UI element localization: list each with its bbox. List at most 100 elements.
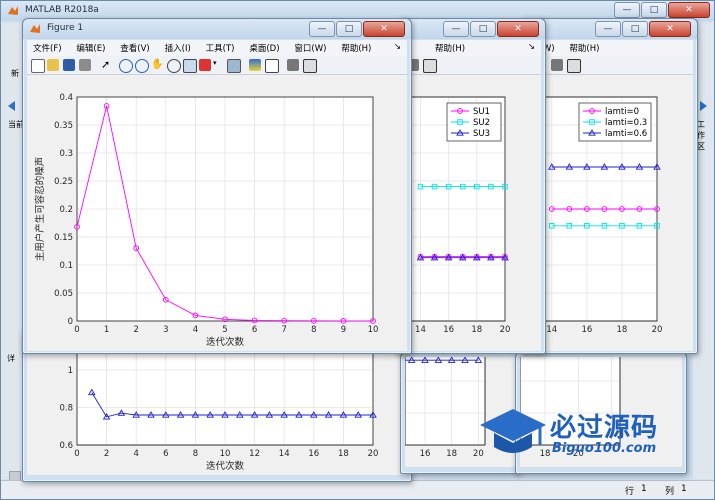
y-tick-label: 0.35: [54, 121, 73, 131]
menu-insert[interactable]: 插入(I): [159, 40, 197, 56]
su-minimize-button[interactable]: —: [443, 21, 469, 37]
x-tick-label: 20: [652, 325, 663, 335]
su-menu-help[interactable]: 帮助(H): [429, 40, 471, 56]
x-tick-label: 3: [163, 325, 168, 335]
status-row-value: 1: [641, 484, 647, 494]
su-maximize-button[interactable]: □: [470, 21, 496, 37]
select-arrow-icon[interactable]: ➚: [101, 59, 113, 71]
menu-edit[interactable]: 编辑(E): [70, 40, 111, 56]
x-tick-label: 1: [104, 325, 109, 335]
x-tick-label: 20: [500, 325, 511, 335]
menu-file[interactable]: 文件(F): [27, 40, 68, 56]
status-row-label: 行: [625, 487, 635, 497]
zoom-out-icon[interactable]: [135, 59, 149, 73]
menu-dock-icon[interactable]: ↘: [388, 40, 407, 54]
brush-dropdown-icon[interactable]: ▾: [213, 59, 219, 71]
figure-close-button[interactable]: ✕: [363, 21, 405, 37]
su-close-button[interactable]: ✕: [497, 21, 539, 37]
x-tick-label: 14: [415, 325, 426, 335]
y-tick-label: 0.25: [54, 177, 73, 187]
left-panel-strip: [1, 23, 23, 479]
lamti-minimize-button[interactable]: —: [595, 21, 621, 37]
lamti-titlebar[interactable]: — □ ✕: [521, 19, 697, 39]
rotate-3d-icon[interactable]: [167, 59, 181, 73]
data-cursor-icon[interactable]: [183, 59, 197, 73]
x-tick-label: 16: [308, 449, 319, 459]
matlab-title: MATLAB R2018a: [25, 5, 99, 15]
su-menubar: 帮助(H) ↘: [401, 40, 541, 57]
x-tick-label: 8: [311, 325, 316, 335]
x-tick-label: 8: [193, 449, 198, 459]
x-tick-label: 10: [220, 449, 231, 459]
watermark-site: Biguo100.com: [552, 441, 657, 456]
back-arrow-icon[interactable]: [8, 101, 15, 111]
zoom-in-icon[interactable]: [119, 59, 133, 73]
figure-window-lamti[interactable]: — □ ✕ 口(W) 帮助(H) 14161820lamti=0lamti=0.…: [520, 18, 698, 354]
show-tools-icon[interactable]: [303, 59, 317, 73]
x-tick-label: 16: [443, 325, 454, 335]
pan-hand-icon[interactable]: ✋: [151, 59, 163, 71]
x-tick-label: 6: [163, 449, 168, 459]
x-tick-label: 0: [74, 325, 79, 335]
figure-1-titlebar[interactable]: Figure 1 — □ ✕: [23, 19, 411, 39]
x-tick-label: 10: [368, 325, 379, 335]
link-plot-icon[interactable]: [227, 59, 241, 73]
figure-1-title: Figure 1: [47, 23, 84, 33]
grey-square-icon[interactable]: [551, 59, 563, 71]
menu-window[interactable]: 窗口(W): [288, 40, 332, 56]
su-titlebar[interactable]: — □ ✕: [397, 19, 545, 39]
menu-desktop[interactable]: 桌面(D): [243, 40, 285, 56]
watermark: 必过源码 Biguo100.com: [478, 405, 678, 465]
menu-help[interactable]: 帮助(H): [335, 40, 377, 56]
figure-maximize-button[interactable]: □: [336, 21, 362, 37]
x-tick-label: 18: [446, 449, 457, 459]
workspace-tab[interactable]: 工作区: [697, 119, 709, 152]
su-pin-icon[interactable]: ↘: [522, 40, 541, 54]
main-maximize-button[interactable]: □: [641, 2, 667, 18]
save-icon[interactable]: [63, 59, 75, 71]
x-tick-label: 5: [222, 325, 227, 335]
hide-tools-icon[interactable]: [287, 59, 299, 71]
lamti-maximize-button[interactable]: □: [622, 21, 648, 37]
main-minimize-button[interactable]: —: [614, 2, 640, 18]
su-panel-icon[interactable]: [423, 59, 437, 73]
y-tick-label: 0.15: [54, 233, 73, 243]
y-tick-label: 0: [68, 317, 73, 327]
graduation-cap-icon: [480, 409, 546, 453]
x-tick-label: 0: [74, 449, 79, 459]
legend-icon[interactable]: [265, 59, 279, 73]
figure-minimize-button[interactable]: —: [309, 21, 335, 37]
open-folder-icon[interactable]: [47, 59, 59, 71]
y-tick-label: 0.3: [59, 149, 73, 159]
y-tick-label: 0.6: [59, 441, 73, 451]
new-figure-icon[interactable]: [31, 59, 45, 73]
x-tick-label: 14: [279, 449, 290, 459]
y-tick-label: 1: [68, 366, 73, 376]
menu-view[interactable]: 查看(V): [114, 40, 155, 56]
status-col-label: 列: [665, 487, 675, 497]
lamti-menu-help[interactable]: 帮助(H): [563, 40, 605, 56]
su-toolbar: [401, 56, 541, 75]
status-col-value: 1: [681, 484, 687, 494]
bottom-left-plot: 024681012141618200.60.811.2迭代次数用: [27, 335, 407, 475]
x-tick-label: 4: [133, 449, 138, 459]
menu-tools[interactable]: 工具(T): [200, 40, 241, 56]
x-tick-label: 18: [471, 325, 482, 335]
x-tick-label: 14: [546, 325, 557, 335]
colorbar-icon[interactable]: [249, 59, 261, 71]
x-tick-label: 9: [341, 325, 346, 335]
x-tick-label: 6: [252, 325, 257, 335]
lamti-close-button[interactable]: ✕: [649, 21, 691, 37]
figure-window-su[interactable]: — □ ✕ 帮助(H) ↘ 14 16 18 20 SU1 SU2 SU3: [396, 18, 546, 354]
figure-1-window[interactable]: Figure 1 — □ ✕ 文件(F) 编辑(E) 查看(V) 插入(I) 工…: [22, 18, 412, 354]
x-tick-label: 20: [368, 449, 379, 459]
main-close-button[interactable]: ✕: [668, 2, 710, 18]
panel-icon[interactable]: [567, 59, 581, 73]
right-arrow-icon[interactable]: [700, 101, 707, 111]
x-tick-label: 12: [249, 449, 260, 459]
details-label: 详: [7, 354, 15, 363]
status-bar: 行 1 列 1: [1, 480, 714, 499]
brush-icon[interactable]: [199, 59, 211, 71]
x-axis-label: 迭代次数: [206, 336, 245, 348]
print-icon[interactable]: [79, 59, 91, 71]
